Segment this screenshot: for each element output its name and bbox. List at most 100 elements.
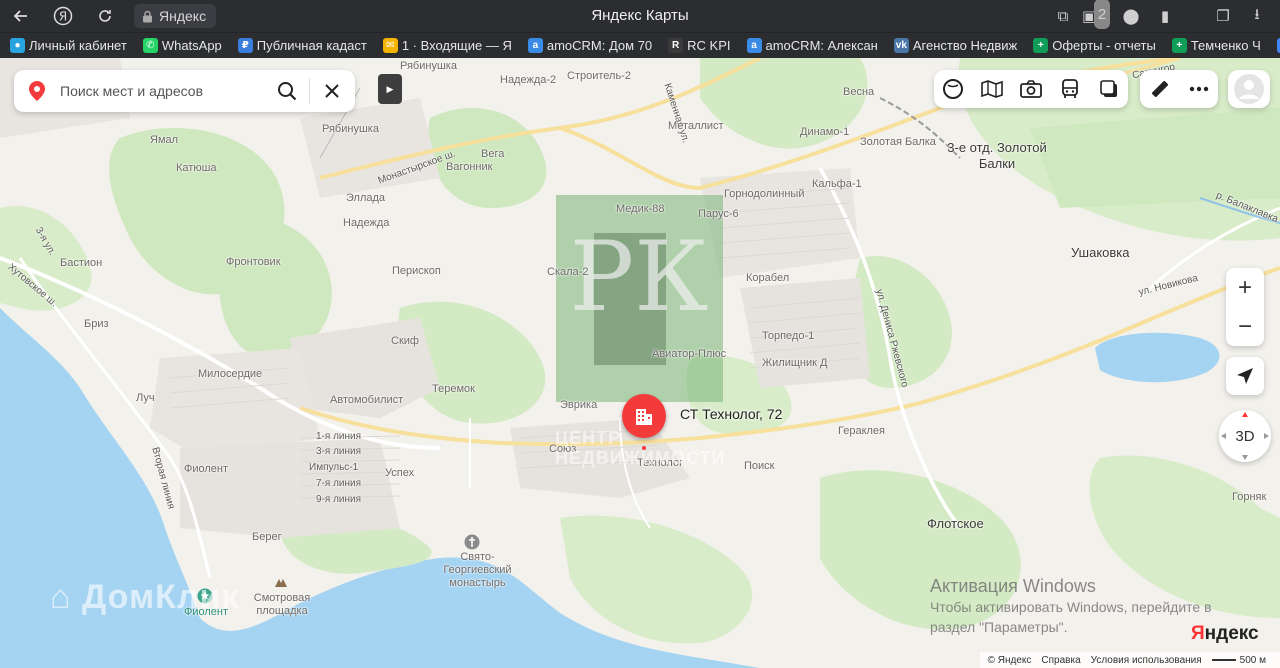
scale-label: 500 м [1239, 654, 1266, 666]
photo-button[interactable] [1012, 70, 1051, 108]
bookmark-item[interactable]: a amoCRM: Алексан [737, 33, 884, 58]
bookmark-item[interactable]: ₽ Публичная кадаст [228, 33, 373, 58]
map-label: Торпедо-1 [762, 330, 815, 342]
play-right-icon: ▶ [386, 83, 394, 94]
map-label: Рябинушка [400, 60, 457, 72]
map-label: 9-я линия [316, 494, 362, 505]
map-label: Поиск [744, 460, 775, 472]
map-label: Скала-2 [547, 266, 589, 278]
map-layers-button[interactable] [1089, 70, 1128, 108]
map-label: Золотая Балка [860, 136, 936, 148]
map-label: Горняк [1232, 491, 1267, 503]
panorama-button[interactable] [973, 70, 1012, 108]
map-label: 3-я линия [316, 446, 362, 457]
my-location-button[interactable] [1226, 357, 1264, 395]
zoom-out-button[interactable]: − [1226, 307, 1264, 346]
watermark-letters: РК [570, 221, 709, 333]
extensions-button[interactable]: ▣ 2 [1082, 0, 1112, 31]
map-label: Надежда-2 [500, 74, 557, 86]
lock-icon [143, 10, 152, 22]
panorama-icon [981, 80, 1003, 98]
search-input[interactable] [60, 83, 265, 99]
ruler-button[interactable] [1140, 70, 1179, 108]
map-footer: © Яндекс Справка Условия использования 5… [979, 652, 1280, 668]
bookmark-favicon-icon: + [1171, 38, 1187, 53]
user-avatar-button[interactable] [1228, 70, 1270, 108]
bookmark-label: Агенство Недвиж [912, 38, 1018, 53]
zoom-in-button[interactable]: + [1226, 268, 1264, 307]
map-label: Эллада [346, 192, 386, 204]
bookmark-item[interactable]: + Темченко Ч [1162, 33, 1267, 58]
clear-search-button[interactable] [310, 70, 354, 112]
tab-count-badge: 2 [1094, 0, 1110, 29]
map-label: Горнодолинный [724, 188, 805, 200]
domclick-watermark: ⌂ ДомКлик [50, 578, 239, 617]
tabs-icon: ⧉ [1057, 7, 1069, 25]
location-button[interactable]: ⬤ [1116, 1, 1146, 31]
bookmark-favicon-icon: ● [10, 38, 25, 53]
search-button[interactable] [265, 70, 309, 112]
location-pin-icon [14, 80, 60, 102]
scale-bar [1211, 659, 1236, 661]
map-label: Фронтовик [226, 256, 281, 268]
map-canvas[interactable]: РК Рябинушка Надежда-2 Строитель-2 Камен… [0, 58, 1280, 668]
transport-button[interactable] [1050, 70, 1089, 108]
map-label: Жилищник Д [762, 357, 828, 369]
bookmark-label: 1 · Входящие — Я [401, 38, 512, 53]
copyright-link[interactable]: © Яндекс [988, 655, 1032, 666]
bookmark-item[interactable]: ✉ 1 · Входящие — Я [373, 33, 518, 58]
tabs-button[interactable]: ⧉ [1048, 1, 1078, 31]
terms-link[interactable]: Условия использования [1091, 655, 1202, 666]
toggle-panel-button[interactable]: ▶ [378, 74, 402, 104]
bookmark-item[interactable]: a amoCRM: Дом 70 [518, 33, 658, 58]
bookmark-label: Личный кабинет [29, 38, 127, 53]
map-label: Вега [481, 148, 505, 160]
ruler-icon [1151, 80, 1168, 98]
selected-place-label[interactable]: СТ Технолог, 72 [680, 406, 782, 422]
map-label: Теремок [432, 383, 475, 395]
help-link[interactable]: Справка [1041, 655, 1080, 666]
camera-icon [1020, 80, 1042, 98]
search-icon [278, 82, 297, 101]
bookmark-item[interactable]: R RC KPI [658, 33, 736, 58]
reload-button[interactable] [84, 0, 126, 32]
tools-toolbar [1140, 70, 1218, 108]
map-label: Фиолент [184, 463, 229, 475]
collections-button[interactable]: ❐ [1208, 1, 1238, 31]
bookmark-button[interactable]: ▮ [1150, 1, 1180, 31]
bookmark-favicon-icon: ✉ [382, 38, 398, 53]
map-label: Эврика [560, 399, 598, 411]
map-label: Милосердие [198, 368, 263, 380]
poi-label-viewpoint: Смотровая площадка [253, 592, 311, 617]
bookmark-favicon-icon: ✆ [142, 38, 158, 53]
selected-place-marker[interactable] [622, 394, 666, 438]
search-panel [14, 70, 355, 112]
map-label: Парус-6 [698, 208, 739, 220]
downloads-button[interactable]: ⭳ [1242, 1, 1272, 31]
compass-3d-button[interactable]: 3D [1219, 410, 1271, 462]
bookmark-label: WhatsApp [161, 38, 222, 53]
3d-label: 3D [1235, 427, 1255, 445]
bookmark-item[interactable]: vk Агенство Недвиж [884, 33, 1023, 58]
activation-title: Активация Windows [930, 576, 1096, 596]
bookmark-favicon-icon: vk [893, 38, 909, 53]
bookmark-item[interactable]: ✆ WhatsApp [133, 33, 228, 58]
avatar-icon [1234, 74, 1264, 104]
yandex-logo-rest: ндекс [1204, 623, 1259, 644]
map-label: Рябинушка [322, 123, 379, 135]
more-button[interactable] [1179, 70, 1218, 108]
map-label: Авиатор-Плюс [652, 348, 727, 360]
bookmark-overflow-button[interactable]: ≡ [1267, 33, 1280, 58]
address-bar[interactable]: Яндекс [134, 4, 217, 28]
map-label: Гераклея [838, 425, 886, 437]
back-button[interactable] [0, 0, 42, 32]
traffic-layer-button[interactable] [934, 70, 973, 108]
reload-icon [99, 10, 111, 22]
bookmark-item[interactable]: + Оферты - отчеты [1023, 33, 1162, 58]
bookmark-item[interactable]: ● Личный кабинет [0, 33, 133, 58]
map-label: Импульс-1 [309, 462, 359, 473]
yandex-logo[interactable]: Яндекс [1191, 623, 1259, 645]
rk-logo-icon: РК [570, 221, 709, 365]
map-label: Динамо-1 [800, 126, 850, 138]
yandex-home-button[interactable]: Я [42, 0, 84, 32]
